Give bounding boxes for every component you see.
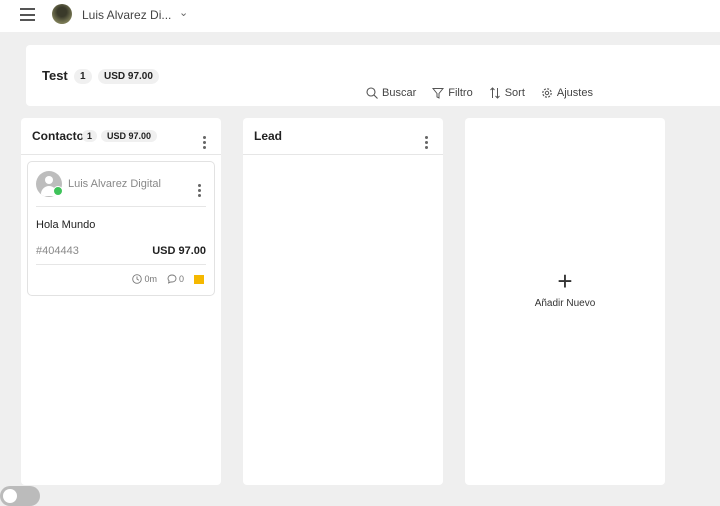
column-menu-icon[interactable] — [425, 136, 429, 149]
column-contacto: Contacto 1 USD 97.00 Luis Alvarez Digita… — [21, 118, 221, 485]
board-header: Test 1 USD 97.00 Buscar Filtro Sort Ajus… — [26, 45, 720, 106]
sort-icon — [489, 87, 500, 99]
column-title: Contacto — [32, 129, 84, 143]
whatsapp-icon — [53, 186, 63, 196]
column-menu-icon[interactable] — [203, 136, 207, 149]
contact-name: Luis Alvarez Digital — [68, 178, 161, 190]
plus-icon: + — [557, 266, 573, 296]
search-button[interactable]: Buscar — [366, 87, 416, 99]
add-column: + Añadir Nuevo — [465, 118, 665, 485]
sort-button[interactable]: Sort — [489, 87, 525, 99]
card-id: #404443 — [36, 245, 79, 257]
card-menu-icon[interactable] — [198, 184, 202, 197]
sort-label: Sort — [504, 87, 525, 99]
column-title: Lead — [254, 129, 283, 143]
column-count: 1 — [82, 130, 98, 142]
column-amount: USD 97.00 — [101, 130, 158, 142]
card-amount: USD 97.00 — [152, 245, 206, 257]
account-name[interactable]: Luis Alvarez Di... — [82, 8, 171, 22]
card-comments: 0 — [178, 274, 184, 284]
card-message: Hola Mundo — [36, 219, 96, 231]
card-time: 0m — [144, 274, 157, 284]
clock-icon — [132, 274, 143, 284]
page-title: Test — [42, 68, 68, 83]
filter-icon — [432, 88, 445, 99]
column-lead: Lead — [243, 118, 443, 485]
amount-badge: USD 97.00 — [98, 69, 159, 84]
column-header: Contacto 1 USD 97.00 — [21, 118, 221, 155]
filter-label: Filtro — [448, 87, 473, 99]
comment-icon — [167, 274, 177, 284]
settings-button[interactable]: Ajustes — [541, 87, 593, 99]
deal-card[interactable]: Luis Alvarez Digital Hola Mundo #404443 … — [27, 161, 215, 296]
filter-button[interactable]: Filtro — [432, 87, 473, 99]
search-label: Buscar — [382, 87, 417, 99]
count-badge: 1 — [74, 69, 92, 84]
hamburger-icon[interactable] — [20, 8, 35, 21]
settings-label: Ajustes — [556, 87, 593, 99]
divider — [36, 206, 206, 207]
toolbar: Buscar Filtro Sort Ajustes — [366, 87, 593, 99]
divider — [36, 264, 206, 265]
avatar[interactable] — [52, 4, 72, 24]
gear-icon — [542, 88, 552, 98]
column-header: Lead — [243, 118, 443, 155]
top-bar: Luis Alvarez Di... ⌄ — [0, 0, 720, 32]
search-icon — [366, 87, 378, 99]
add-new-button[interactable]: + Añadir Nuevo — [465, 268, 665, 309]
add-new-label: Añadir Nuevo — [534, 298, 596, 309]
chevron-down-icon[interactable]: ⌄ — [179, 6, 188, 19]
card-meta: 0m 0 — [132, 274, 204, 284]
toggle-switch[interactable] — [0, 486, 40, 506]
flag-icon[interactable] — [194, 274, 204, 284]
